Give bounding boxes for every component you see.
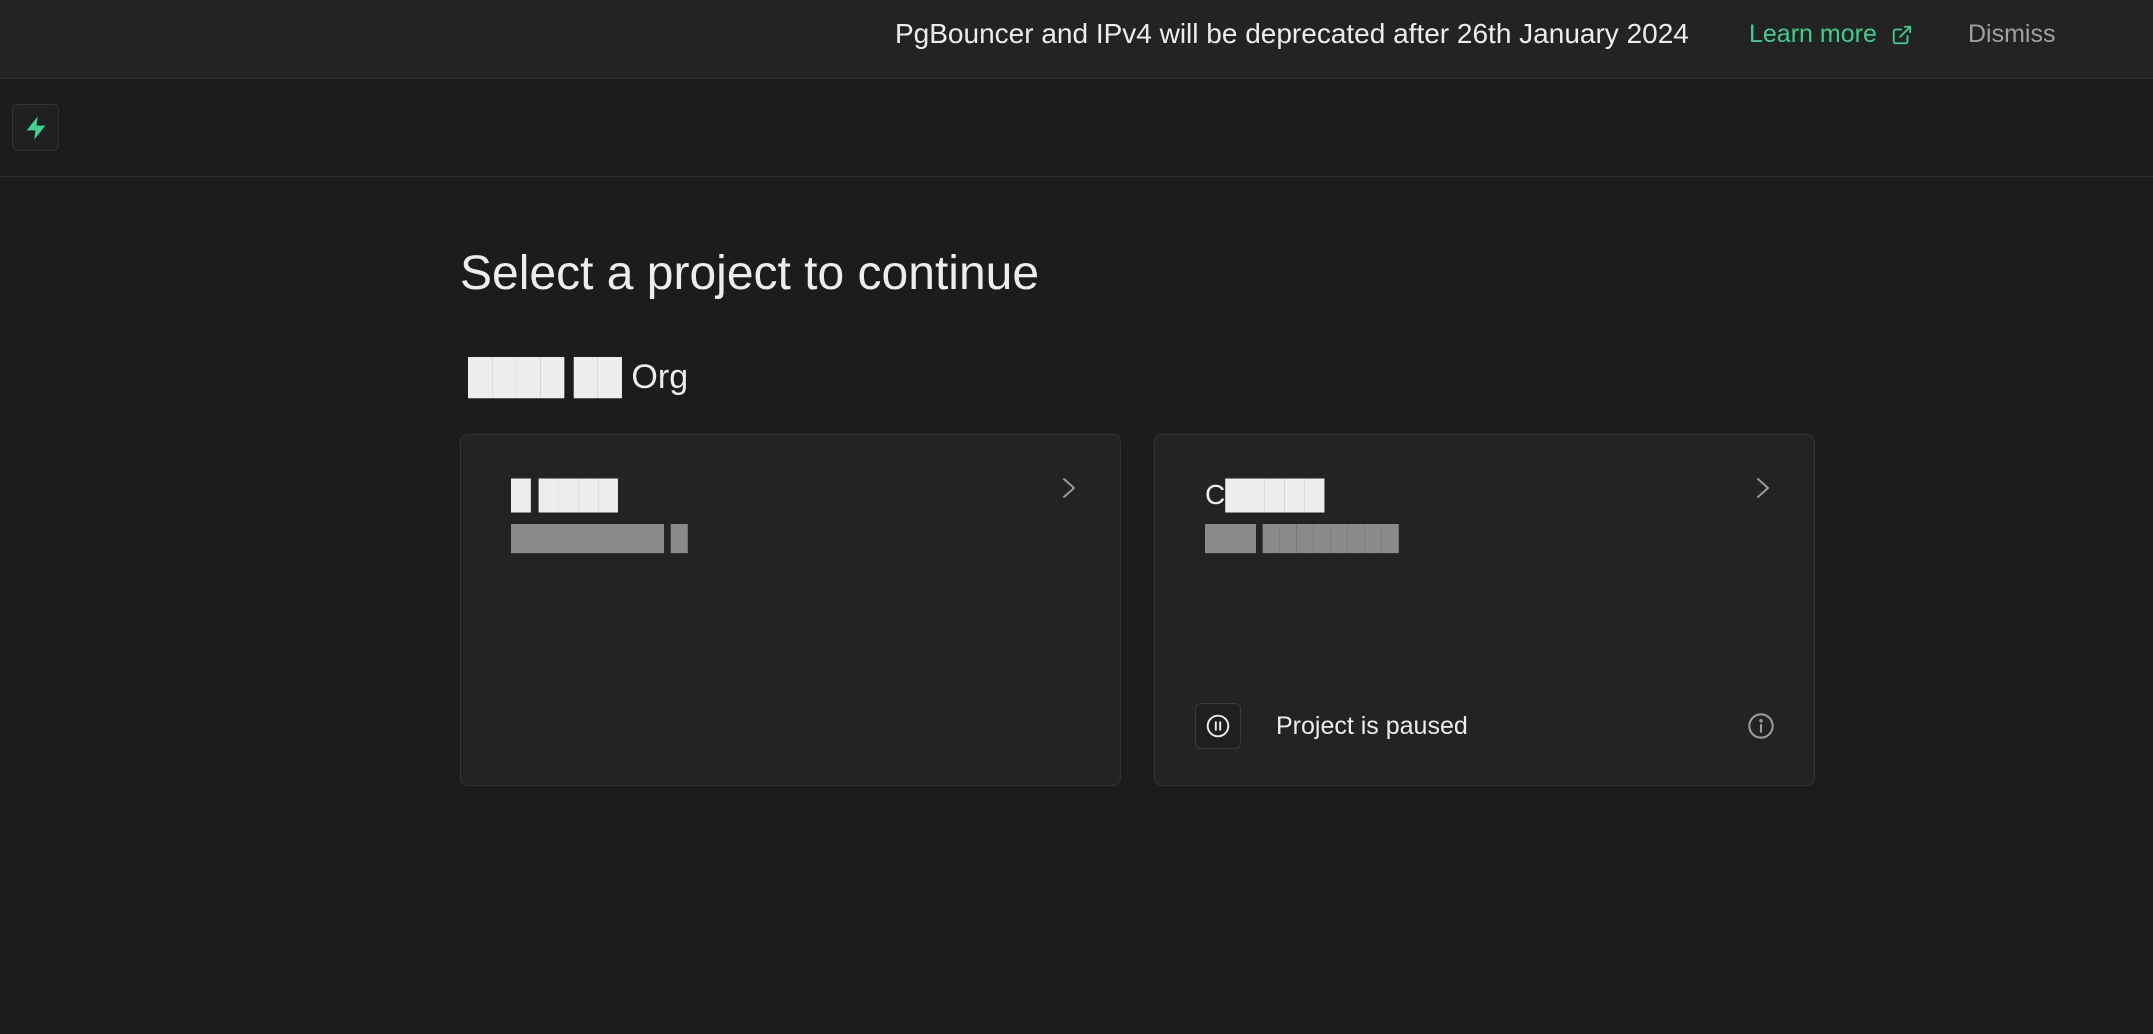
project-name: █ ████ <box>511 479 618 510</box>
learn-more-label: Learn more <box>1749 20 1877 48</box>
learn-more-link[interactable]: Learn more <box>1749 20 1913 49</box>
project-status-row: Project is paused <box>1195 701 1775 751</box>
supabase-logo-icon <box>26 115 45 140</box>
project-name: C█████ <box>1205 479 1325 510</box>
project-status-text: Project is paused <box>1276 711 1468 740</box>
dismiss-button[interactable]: Dismiss <box>1968 20 2056 49</box>
project-region: ███ ████████ <box>1205 525 1399 552</box>
project-region: █████████ █ <box>511 525 688 552</box>
banner-message: PgBouncer and IPv4 will be deprecated af… <box>895 18 1689 49</box>
page-title: Select a project to continue <box>460 247 1040 300</box>
deprecation-banner: PgBouncer and IPv4 will be deprecated af… <box>0 0 2153 79</box>
chevron-right-icon <box>1063 478 1075 498</box>
pause-circle-icon <box>1206 714 1230 738</box>
external-link-icon <box>1892 25 1912 44</box>
top-navigation <box>0 79 2153 177</box>
home-logo-button[interactable] <box>12 104 59 151</box>
pause-icon-badge <box>1195 703 1241 749</box>
chevron-right-icon <box>1757 478 1769 498</box>
project-card[interactable]: █ ████ █████████ █ <box>460 434 1121 786</box>
project-card[interactable]: C█████ ███ ████████ Project is paused <box>1154 434 1815 786</box>
info-icon[interactable] <box>1747 712 1775 740</box>
organization-name: ████ ██ Org <box>468 358 689 396</box>
